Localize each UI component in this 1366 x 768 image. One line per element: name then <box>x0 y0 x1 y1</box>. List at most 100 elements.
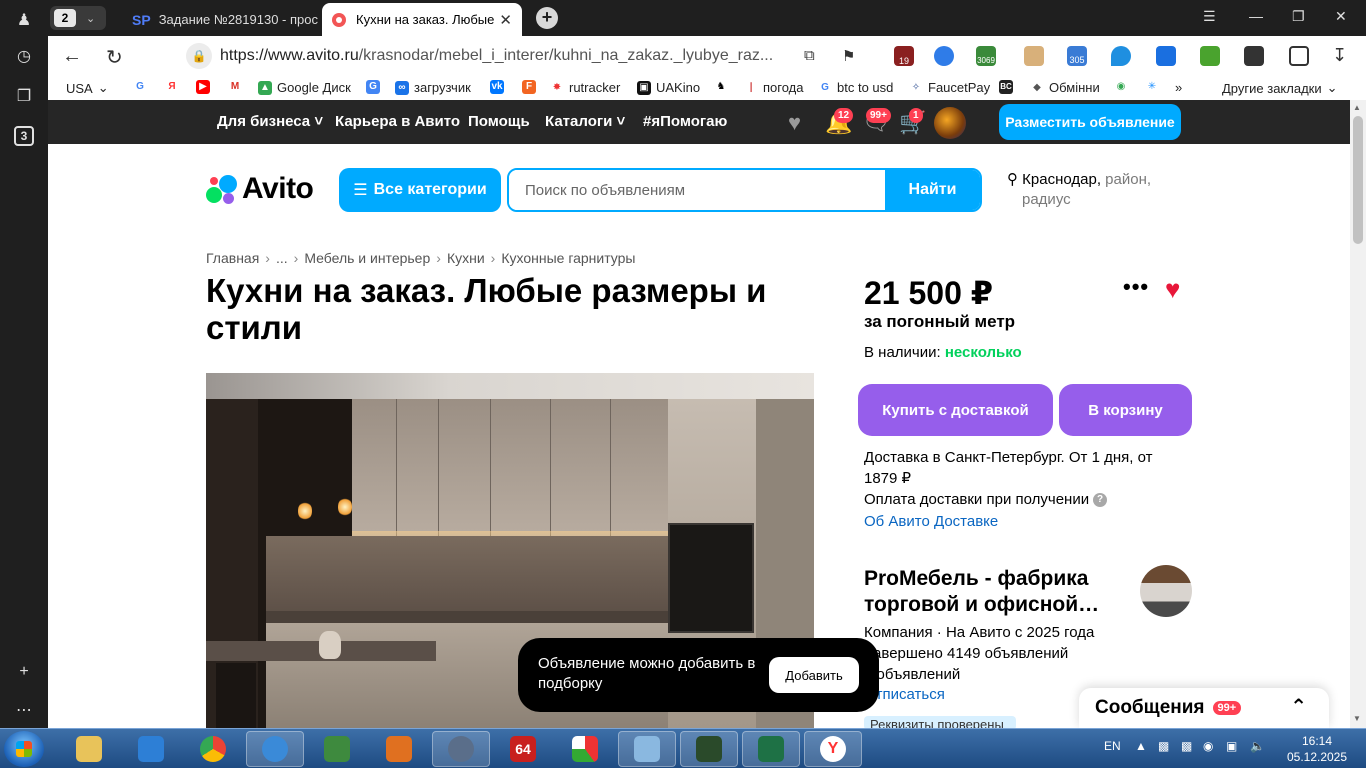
bookmark-yandex[interactable]: Я <box>165 80 179 94</box>
add-to-cart-button[interactable]: В корзину <box>1059 384 1192 436</box>
language-indicator[interactable]: EN <box>1104 739 1121 753</box>
messages-widget[interactable]: Сообщения 99+ ⌃ <box>1079 688 1329 728</box>
breadcrumb-kitchens[interactable]: Кухни <box>447 250 485 266</box>
downloads-icon[interactable]: ↧ <box>1332 45 1347 66</box>
download-ext-icon[interactable] <box>1156 46 1176 66</box>
taskbar-globe[interactable] <box>246 731 304 767</box>
topbar-link-help[interactable]: Помощь <box>468 113 530 130</box>
scrollbar-thumb[interactable] <box>1353 116 1363 244</box>
tab-share-icon[interactable]: ⧉ <box>804 47 815 64</box>
url-field[interactable]: 🔒 https://www.avito.ru /krasnodar/mebel_… <box>186 42 826 70</box>
counter-ext-icon[interactable]: 3069 <box>976 46 996 66</box>
bookmark-btc[interactable]: Gbtc to usd <box>818 80 893 95</box>
favorites-icon[interactable]: ♥ <box>788 110 801 136</box>
taskbar-chip[interactable] <box>308 731 366 767</box>
bookmark-gmail[interactable]: M <box>228 80 242 94</box>
bookmark-uakino[interactable]: ▣ UAKino <box>637 80 700 95</box>
tray-expand-icon[interactable]: ▲ <box>1135 739 1147 753</box>
bookmark-maps[interactable]: ◉ <box>1114 80 1128 94</box>
bookmark-downloader[interactable]: ∞ загрузчик <box>395 80 471 95</box>
location-ext-icon[interactable] <box>1111 46 1131 66</box>
globe-ext-icon[interactable] <box>934 46 954 66</box>
collections-icon[interactable]: ❐ <box>12 84 36 108</box>
location-selector[interactable]: ⚲ Краснодар, район, радиус <box>1007 170 1151 210</box>
search-button[interactable]: Найти <box>885 170 980 210</box>
taskbar-notes[interactable] <box>618 731 676 767</box>
history-icon[interactable]: ◷ <box>12 44 36 68</box>
topbar-link-help-hashtag[interactable]: #яПомогаю <box>643 113 727 130</box>
puzzle-ext-icon[interactable] <box>1289 46 1309 66</box>
search-input[interactable] <box>509 170 885 210</box>
start-button[interactable] <box>4 731 44 767</box>
tab-group-badge[interactable]: 3 <box>14 126 34 146</box>
toast-add-button[interactable]: Добавить <box>769 657 859 693</box>
taskbar-chrome[interactable] <box>184 731 242 767</box>
seller-name[interactable]: ProМебель - фабрика торговой и офисной… <box>864 566 1126 618</box>
all-categories-button[interactable]: ☰ Все категории <box>339 168 501 212</box>
topbar-link-business[interactable]: Для бизнеса ˅ <box>217 113 323 130</box>
breadcrumb-ellipsis[interactable]: ... <box>276 250 288 266</box>
ext-badge-icon[interactable]: 19 <box>894 46 914 66</box>
taskbar-yandex-browser[interactable]: Y <box>804 731 862 767</box>
bookmark-chess[interactable]: ♞ <box>714 80 728 94</box>
bookmark-usa[interactable]: USA ⌄ <box>66 80 109 96</box>
bookmark-youtube[interactable]: ▶ <box>196 80 210 94</box>
back-icon[interactable]: ← <box>62 45 82 68</box>
system-clock[interactable]: 16:14 05.12.2025 <box>1286 733 1348 765</box>
bookmark-faucetpay[interactable]: ✧ FaucetPay <box>909 80 990 95</box>
tab-avito[interactable]: Кухни на заказ. Любые ✕ <box>322 3 522 36</box>
dark-ext-icon[interactable] <box>1244 46 1264 66</box>
more-options-icon[interactable]: ••• <box>1123 274 1149 300</box>
more-icon[interactable]: ⋯ <box>12 698 36 722</box>
bookmarks-overflow-icon[interactable]: » <box>1175 80 1182 95</box>
favorite-heart-icon[interactable]: ♥ <box>1165 274 1180 305</box>
taskbar-clock-app[interactable] <box>432 731 490 767</box>
bookmark-weather[interactable]: ∣ погода <box>744 80 804 95</box>
bookmark-rutracker[interactable]: ✸ rutracker <box>550 80 620 95</box>
add-panel-icon[interactable]: + <box>12 660 36 684</box>
tab-count-button[interactable]: 2 ⌄ <box>50 6 106 30</box>
restore-icon[interactable]: ❐ <box>1292 8 1305 25</box>
tray-display-icon[interactable]: ▣ <box>1226 739 1237 753</box>
arrow-ext-icon[interactable] <box>1200 46 1220 66</box>
tray-app-icon[interactable]: ▩ <box>1158 739 1169 753</box>
taskbar-excel[interactable] <box>742 731 800 767</box>
scroll-up-icon[interactable]: ▲ <box>1353 103 1361 112</box>
scroll-down-icon[interactable]: ▼ <box>1353 714 1361 723</box>
bookmark-f[interactable]: F <box>522 80 536 94</box>
delivery-link[interactable]: Об Авито Доставке <box>864 513 998 530</box>
minimize-icon[interactable]: — <box>1249 8 1263 24</box>
taskbar-chart-app[interactable] <box>556 731 614 767</box>
profile-icon[interactable]: ♟ <box>12 8 36 32</box>
buy-with-delivery-button[interactable]: Купить с доставкой <box>858 384 1053 436</box>
tab-task[interactable]: SP Задание №2819130 - прос <box>122 3 320 36</box>
bookmark-other[interactable]: Другие закладки ⌄ <box>1222 80 1338 96</box>
new-tab-button[interactable]: + <box>536 7 558 29</box>
bookmark-translate[interactable]: G <box>366 80 380 94</box>
breadcrumb-furniture[interactable]: Мебель и интерьер <box>304 250 430 266</box>
chevron-up-icon[interactable]: ⌃ <box>1290 694 1307 719</box>
seller-avatar[interactable] <box>1140 565 1192 617</box>
breadcrumb-home[interactable]: Главная <box>206 250 259 266</box>
help-icon[interactable]: ? <box>1093 492 1108 507</box>
taskbar-explorer[interactable] <box>60 731 118 767</box>
bookmark-icon[interactable]: ⚑ <box>842 47 855 65</box>
bookmark-bc[interactable]: BC <box>999 80 1013 94</box>
page-scrollbar[interactable]: ▲ ▼ <box>1350 100 1366 728</box>
breadcrumb-kitchen-sets[interactable]: Кухонные гарнитуры <box>501 250 635 266</box>
avito-logo[interactable]: Avito <box>206 172 314 206</box>
bookmark-exchange[interactable]: ◆ Обмінни <box>1030 80 1100 95</box>
close-window-icon[interactable]: ✕ <box>1335 8 1347 25</box>
bookmark-google[interactable]: G <box>133 80 147 94</box>
face-ext-icon[interactable] <box>1024 46 1044 66</box>
bookmark-vk[interactable]: vk <box>490 80 504 94</box>
tray-network-app-icon[interactable]: ▩ <box>1181 739 1192 753</box>
topbar-link-catalogs[interactable]: Каталоги ˅ <box>545 113 625 130</box>
reload-icon[interactable]: ↻ <box>106 45 123 70</box>
volume-icon[interactable]: 🔈 <box>1250 739 1265 753</box>
user-avatar[interactable] <box>934 107 966 139</box>
bookmark-google-drive[interactable]: ▲ Google Диск <box>258 80 351 95</box>
close-tab-icon[interactable]: ✕ <box>499 11 512 29</box>
tray-status-icon[interactable]: ◉ <box>1203 739 1213 753</box>
taskbar-monitor[interactable] <box>680 731 738 767</box>
